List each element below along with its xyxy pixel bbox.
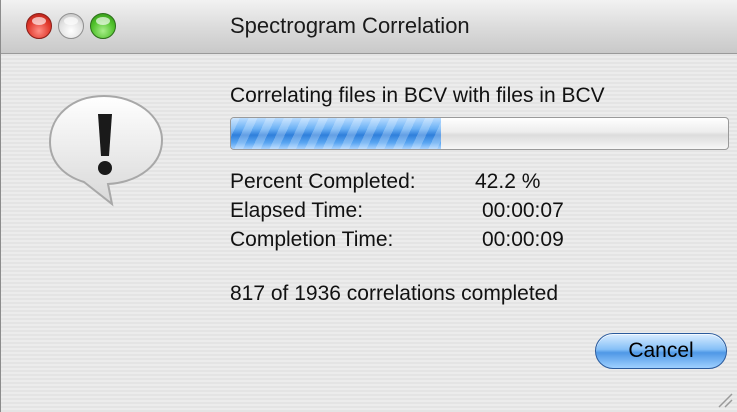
title-bar[interactable]: Spectrogram Correlation xyxy=(1,0,737,54)
percent-completed-value: 42.2 % xyxy=(475,170,541,193)
progress-message: Correlating files in BCV with files in B… xyxy=(230,84,605,107)
resize-grip-icon[interactable] xyxy=(713,388,733,408)
elapsed-time-label: Elapsed Time: xyxy=(230,199,364,222)
alert-exclamation-icon xyxy=(48,94,164,207)
elapsed-time-value: 00:00:07 xyxy=(482,199,564,222)
minimize-window-button[interactable] xyxy=(58,13,84,39)
completion-time-label: Completion Time: xyxy=(230,228,394,251)
percent-completed-label: Percent Completed: xyxy=(230,170,416,193)
completion-time-value: 00:00:09 xyxy=(482,228,564,251)
progress-dialog-window: Spectrogram Correlation Correlating file… xyxy=(0,0,737,412)
correlations-count: 817 of 1936 correlations completed xyxy=(230,282,559,305)
progress-bar xyxy=(230,117,729,150)
close-window-button[interactable] xyxy=(26,13,52,39)
cancel-button[interactable]: Cancel xyxy=(595,333,727,369)
window-title: Spectrogram Correlation xyxy=(230,13,470,38)
progress-bar-fill xyxy=(231,118,441,149)
zoom-window-button[interactable] xyxy=(90,13,116,39)
